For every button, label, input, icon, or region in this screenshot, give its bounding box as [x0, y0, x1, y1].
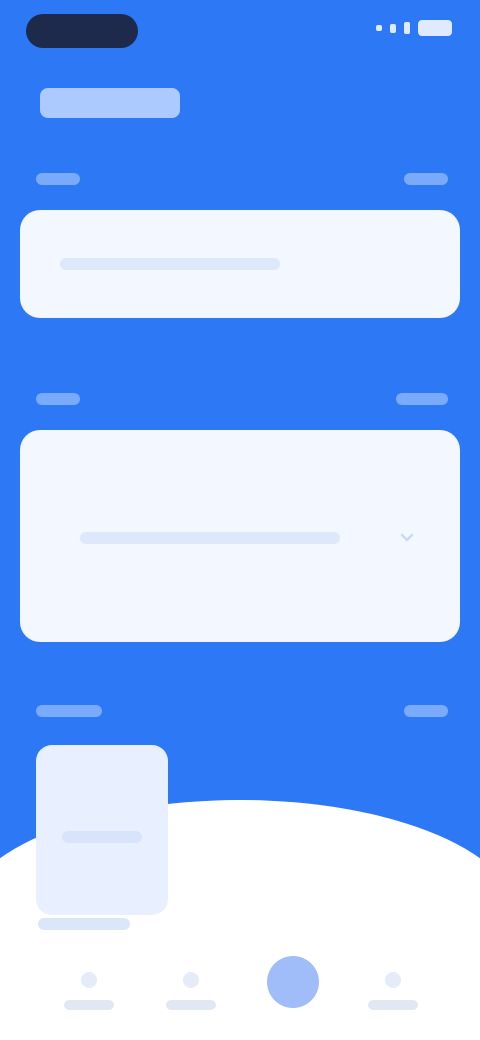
nav-icon-2 — [183, 972, 199, 988]
section-action-3[interactable] — [404, 705, 448, 717]
nav-label-4 — [368, 1000, 418, 1010]
nav-icon-4 — [385, 972, 401, 988]
mobile-screen — [0, 0, 480, 1040]
nav-label-2 — [166, 1000, 216, 1010]
battery-icon — [418, 20, 452, 36]
nav-item-3-active[interactable] — [248, 956, 338, 1022]
chevron-down-icon[interactable] — [398, 528, 416, 546]
card-2-text — [80, 532, 340, 544]
status-bar — [0, 0, 480, 64]
nav-icon-1 — [81, 972, 97, 988]
section-action-2[interactable] — [396, 393, 448, 405]
section-label-3 — [36, 705, 102, 717]
card-1-text — [60, 258, 280, 270]
section-label-1 — [36, 173, 80, 185]
signal-bar-2 — [390, 23, 396, 33]
tile-card[interactable] — [36, 745, 168, 915]
section-label-2 — [36, 393, 80, 405]
nav-icon-3 — [267, 956, 319, 1008]
signal-bar-1 — [376, 25, 382, 31]
signal-bar-3 — [404, 22, 410, 34]
page-title — [40, 88, 180, 118]
nav-item-4[interactable] — [348, 972, 438, 1022]
nav-item-1[interactable] — [44, 972, 134, 1022]
status-right-cluster — [376, 20, 452, 36]
card-2[interactable] — [20, 430, 460, 642]
bottom-navigation — [0, 930, 480, 1040]
tile-caption — [38, 918, 130, 930]
tile-text — [62, 831, 142, 843]
nav-label-1 — [64, 1000, 114, 1010]
card-1[interactable] — [20, 210, 460, 318]
nav-item-2[interactable] — [146, 972, 236, 1022]
status-time-pill — [26, 14, 138, 48]
section-action-1[interactable] — [404, 173, 448, 185]
